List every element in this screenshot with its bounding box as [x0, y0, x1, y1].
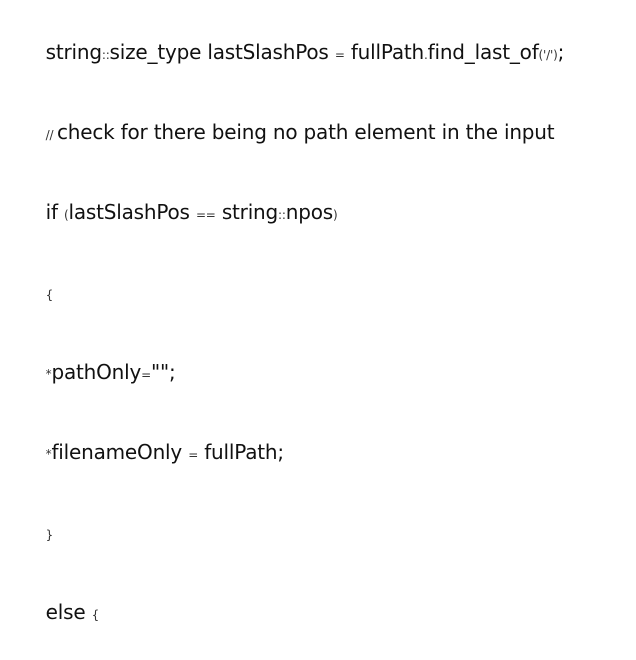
code-line-close-brace: }: [21, 487, 54, 542]
code-token: ;: [557, 40, 565, 64]
code-token: =: [334, 48, 345, 62]
code-token: "";: [151, 360, 176, 384]
code-line-if-condition: if (lastSlashPos == string::npos): [21, 167, 338, 224]
code-token: =: [141, 368, 151, 382]
code-token: =: [188, 448, 199, 462]
code-token: fullPath: [344, 40, 424, 64]
code-token: }: [45, 528, 54, 542]
code-token: lastSlashPos: [68, 200, 196, 224]
code-token: size_type lastSlashPos: [109, 40, 335, 64]
code-line-else: else {: [21, 567, 100, 624]
code-line-filename-only: *filenameOnly = fullPath;: [21, 407, 284, 464]
code-token: npos: [285, 200, 333, 224]
code-token: //: [45, 128, 57, 142]
code-token: ('/'): [538, 48, 558, 62]
code-token: find_last_of: [427, 40, 539, 64]
code-line-path-only: *pathOnly="";: [21, 327, 176, 384]
code-line-open-brace: {: [21, 247, 54, 302]
code-token: string: [45, 40, 102, 64]
code-token: ): [332, 208, 338, 222]
code-token: else: [45, 600, 92, 624]
code-token: string: [215, 200, 279, 224]
code-token: {: [45, 288, 54, 302]
code-token: ::: [278, 208, 286, 222]
code-token: check for there being no path element in…: [56, 120, 555, 144]
code-document: string::size_type lastSlashPos = fullPat…: [0, 0, 636, 624]
code-line-find-last-slash: string::size_type lastSlashPos = fullPat…: [21, 7, 565, 64]
code-token: ::: [101, 48, 110, 62]
code-token: pathOnly: [51, 360, 142, 384]
code-token: fullPath;: [198, 440, 284, 464]
code-token: if: [45, 200, 64, 224]
code-token: {: [91, 608, 100, 622]
code-line-comment: // check for there being no path element…: [21, 87, 555, 144]
code-token: ==: [195, 208, 216, 222]
code-token: filenameOnly: [51, 440, 189, 464]
